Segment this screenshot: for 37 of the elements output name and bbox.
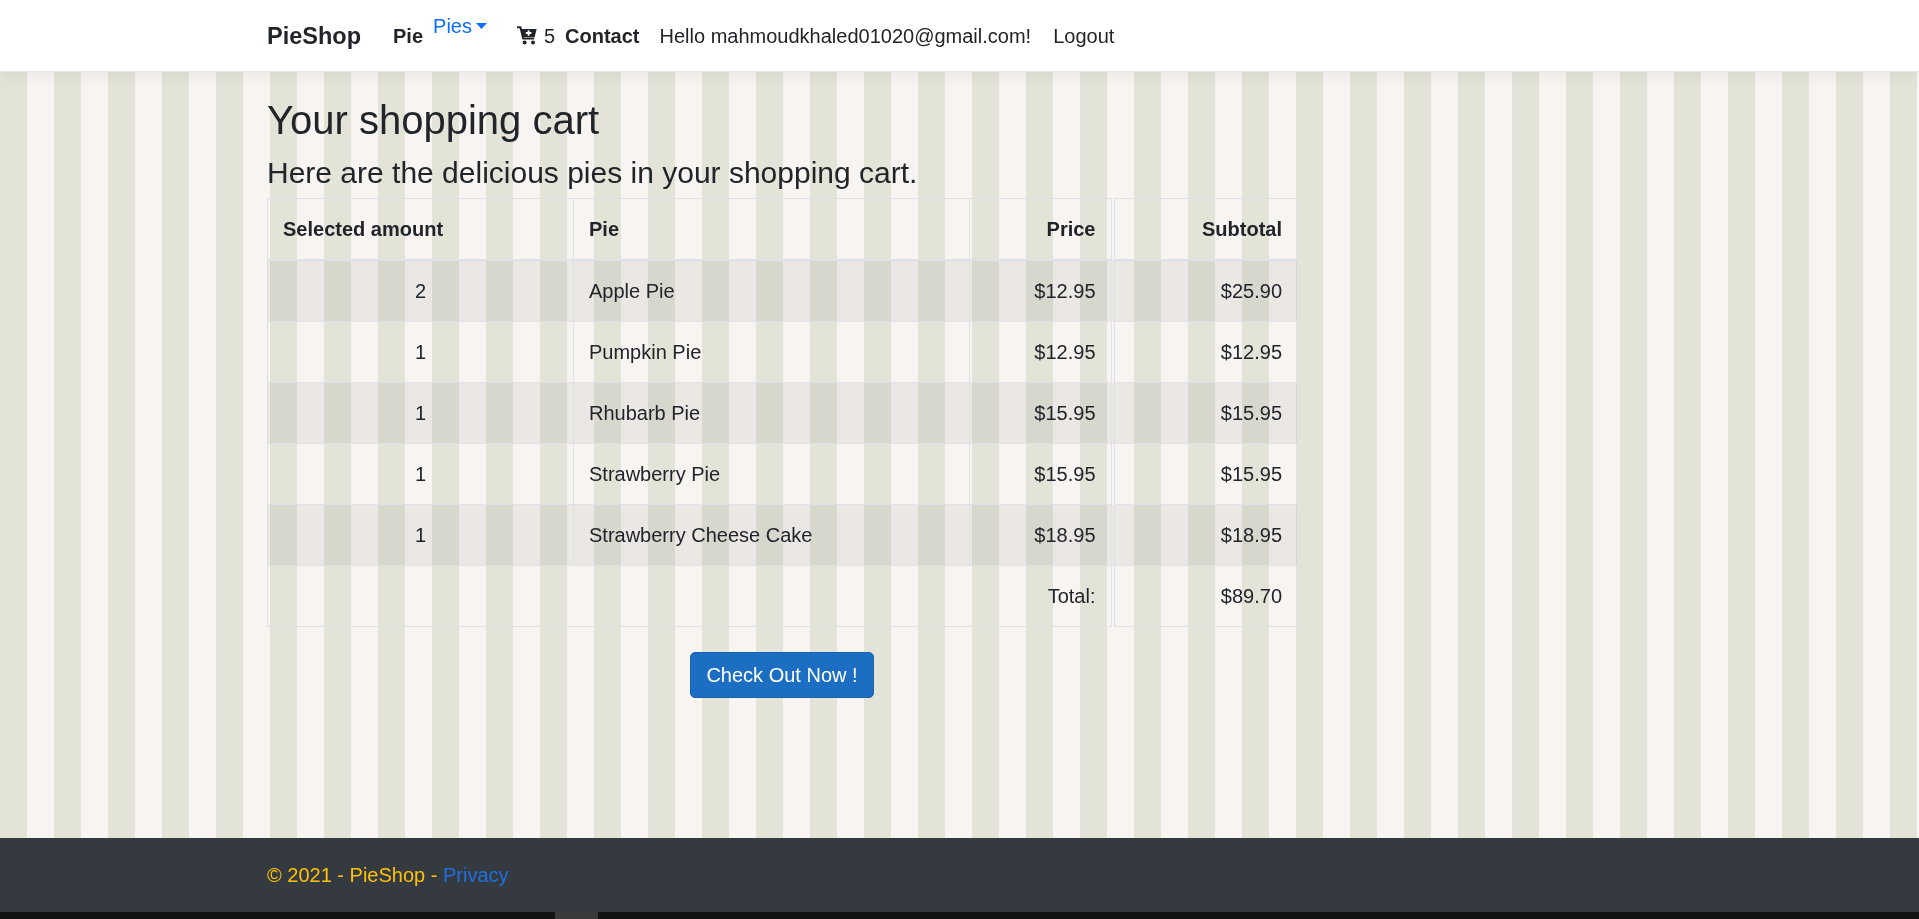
table-cell: 1	[267, 321, 574, 383]
table-cell: $15.95	[1112, 382, 1298, 444]
table-cell: Apple Pie	[573, 260, 970, 322]
column-header: Price	[969, 198, 1113, 260]
page-subtitle: Here are the delicious pies in your shopping cart.	[267, 155, 919, 191]
column-header: Selected amount	[267, 198, 574, 260]
table-cell: $15.95	[1112, 443, 1298, 505]
table-cell: Rhubarb Pie	[573, 382, 970, 444]
logout-link[interactable]: Logout	[1053, 20, 1115, 51]
table-cell: $12.95	[1112, 321, 1298, 383]
greeting-text: Hello mahmoudkhaled01020@gmail.com!	[659, 23, 1032, 49]
dropdown-toggle[interactable]: Pies	[433, 10, 487, 41]
table-cell: Strawberry Cheese Cake	[573, 504, 970, 566]
table-cell: $12.95	[969, 260, 1113, 322]
table-cell: Strawberry Pie	[573, 443, 970, 505]
nav-link[interactable]: Pie	[393, 20, 424, 51]
table-cell: Pumpkin Pie	[573, 321, 970, 383]
total-value: $89.70	[1112, 565, 1298, 627]
page-title: Your shopping cart	[267, 97, 601, 144]
table-cell: $25.90	[1112, 260, 1298, 322]
table-cell: $18.95	[969, 504, 1113, 566]
table-cell: $15.95	[969, 382, 1113, 444]
table-cell: $18.95	[1112, 504, 1298, 566]
column-header: Pie	[573, 198, 970, 260]
total-label: Total:	[267, 565, 1113, 627]
table-cell: 1	[267, 504, 574, 566]
nav-link[interactable]: Contact	[565, 20, 640, 51]
table-cell: 1	[267, 382, 574, 444]
footer-text: © 2021 - PieShop - Privacy	[267, 863, 510, 888]
cart-link[interactable]: 5	[516, 20, 556, 51]
checkout-button[interactable]: Check Out Now !	[690, 652, 874, 698]
cart-icon	[516, 26, 537, 45]
table-cell: 1	[267, 443, 574, 505]
table-cell: 2	[267, 260, 574, 322]
brand-link[interactable]: PieShop	[267, 20, 361, 51]
column-header: Subtotal	[1112, 198, 1298, 260]
caret-icon	[475, 22, 487, 29]
